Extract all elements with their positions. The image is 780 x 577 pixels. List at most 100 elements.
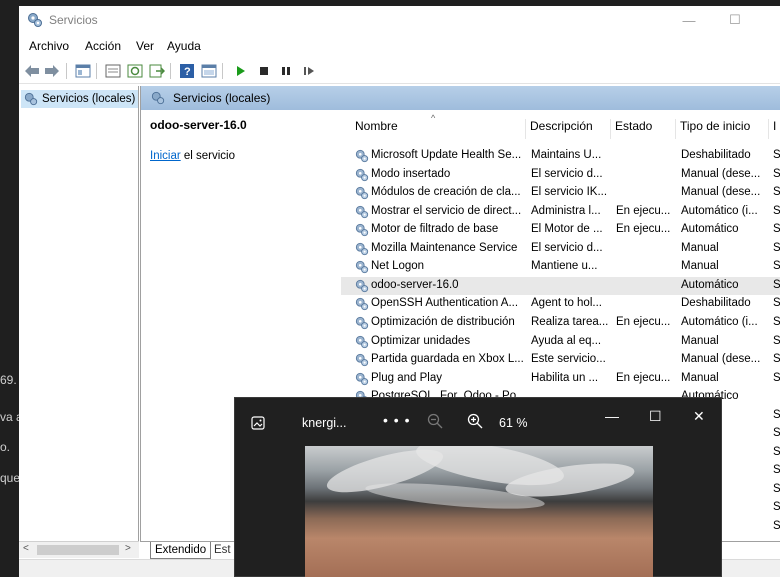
service-row[interactable]: Partida guardada en Xbox L... Este servic… bbox=[341, 351, 780, 370]
service-startup-type: Manual bbox=[681, 334, 719, 347]
service-startup-type: Manual (dese... bbox=[681, 353, 761, 366]
service-logon: S bbox=[773, 297, 780, 310]
help-icon[interactable]: ? bbox=[178, 62, 196, 80]
toolbar: ? bbox=[19, 58, 780, 84]
tree-item-label: Servicios (locales) bbox=[42, 93, 136, 105]
services-gear-icon bbox=[24, 92, 38, 106]
services-gear-icon bbox=[28, 13, 42, 27]
service-gear-icon bbox=[355, 279, 369, 293]
forward-icon[interactable] bbox=[43, 62, 61, 80]
more-options-button[interactable]: • • • bbox=[383, 412, 410, 428]
column-header-logon[interactable]: I bbox=[769, 119, 780, 139]
services-gear-icon bbox=[151, 91, 165, 105]
service-gear-icon bbox=[355, 168, 369, 182]
service-gear-icon bbox=[355, 353, 369, 367]
column-header-startup-type[interactable]: Tipo de inicio bbox=[676, 119, 769, 139]
service-row[interactable]: Microsoft Update Health Se... Maintains U… bbox=[341, 147, 780, 166]
back-icon[interactable] bbox=[23, 62, 41, 80]
column-header-description[interactable]: Descripción bbox=[526, 119, 611, 139]
service-row[interactable]: OpenSSH Authentication A... Agent to hol.… bbox=[341, 295, 780, 314]
menu-archivo[interactable]: Archivo bbox=[29, 39, 69, 53]
tab-estandar[interactable]: Est bbox=[210, 542, 235, 559]
service-name: OpenSSH Authentication A... bbox=[371, 297, 519, 310]
zoom-level: 61 % bbox=[499, 416, 528, 430]
menu-ayuda[interactable]: Ayuda bbox=[167, 39, 201, 53]
resume-icon[interactable] bbox=[300, 62, 318, 80]
start-icon[interactable] bbox=[232, 62, 250, 80]
scroll-left-icon[interactable]: < bbox=[23, 543, 29, 554]
service-startup-type: Manual bbox=[681, 241, 719, 254]
service-row[interactable]: Motor de filtrado de base El Motor de ...… bbox=[341, 221, 780, 240]
service-logon: S bbox=[773, 260, 780, 273]
service-action-text: el servicio bbox=[180, 150, 236, 162]
zoom-in-icon[interactable] bbox=[467, 413, 483, 429]
export-icon[interactable] bbox=[148, 62, 166, 80]
photos-minimize-button[interactable]: — bbox=[605, 408, 619, 424]
pause-icon[interactable] bbox=[277, 62, 295, 80]
service-row[interactable]: Optimización de distribución Realiza tare… bbox=[341, 314, 780, 333]
service-name: Optimización de distribución bbox=[371, 315, 515, 328]
service-logon: S bbox=[773, 445, 780, 458]
window-title: Servicios bbox=[49, 13, 98, 27]
service-logon: S bbox=[773, 482, 780, 495]
service-logon: S bbox=[773, 371, 780, 384]
properties-icon[interactable] bbox=[104, 62, 122, 80]
service-logon: S bbox=[773, 353, 780, 366]
scroll-right-icon[interactable]: > bbox=[125, 543, 131, 554]
service-logon: S bbox=[773, 204, 780, 217]
photos-maximize-button[interactable]: ☐ bbox=[649, 408, 662, 425]
service-name: Módulos de creación de cla... bbox=[371, 186, 521, 199]
service-state: En ejecu... bbox=[616, 204, 671, 217]
service-startup-type: Manual (dese... bbox=[681, 167, 761, 180]
service-row[interactable]: Net Logon Mantiene u... Manual S bbox=[341, 258, 780, 277]
service-row[interactable]: Módulos de creación de cla... El servicio… bbox=[341, 184, 780, 203]
background-text: 69. bbox=[0, 373, 17, 387]
service-name: Net Logon bbox=[371, 260, 425, 273]
console-tree: Servicios (locales) bbox=[19, 86, 139, 541]
service-row[interactable]: Mozilla Maintenance Service El servicio d… bbox=[341, 240, 780, 259]
service-startup-type: Manual bbox=[681, 371, 719, 384]
start-service-link[interactable]: Iniciar bbox=[150, 150, 181, 162]
console-icon[interactable] bbox=[200, 62, 218, 80]
stop-icon[interactable] bbox=[255, 62, 273, 80]
service-row[interactable]: Mostrar el servicio de direct... Administ… bbox=[341, 203, 780, 222]
column-header-name[interactable]: ^ Nombre bbox=[351, 113, 526, 139]
service-logon: S bbox=[773, 427, 780, 440]
refresh-icon[interactable] bbox=[126, 62, 144, 80]
service-gear-icon bbox=[355, 316, 369, 330]
photos-close-button[interactable]: ✕ bbox=[693, 408, 705, 425]
tab-extendido[interactable]: Extendido bbox=[150, 542, 212, 559]
service-startup-type: Deshabilitado bbox=[681, 297, 751, 310]
service-description: Ayuda al eq... bbox=[531, 334, 602, 347]
tree-item-services-local[interactable]: Servicios (locales) bbox=[21, 90, 138, 108]
scroll-thumb[interactable] bbox=[37, 545, 119, 555]
service-gear-icon bbox=[355, 205, 369, 219]
service-gear-icon bbox=[355, 186, 369, 200]
service-logon: S bbox=[773, 241, 780, 254]
selected-service-name: odoo-server-16.0 bbox=[150, 118, 247, 132]
service-row[interactable]: Optimizar unidades Ayuda al eq... Manual S bbox=[341, 333, 780, 352]
horizontal-scrollbar[interactable]: < > bbox=[19, 541, 139, 558]
service-logon: S bbox=[773, 464, 780, 477]
sort-up-icon: ^ bbox=[431, 113, 436, 123]
maximize-button[interactable]: ☐ bbox=[712, 6, 758, 34]
service-row[interactable]: Modo insertado El servicio d... Manual (de… bbox=[341, 166, 780, 185]
service-logon: S bbox=[773, 520, 780, 532]
service-row[interactable]: Plug and Play Habilita un ... En ejecu... M… bbox=[341, 370, 780, 389]
menu-accion[interactable]: Acción bbox=[85, 39, 121, 53]
service-name: Modo insertado bbox=[371, 167, 451, 180]
service-startup-type: Deshabilitado bbox=[681, 149, 751, 161]
service-startup-type: Automático (i... bbox=[681, 204, 758, 217]
service-description: El servicio IK... bbox=[531, 186, 608, 199]
service-logon: S bbox=[773, 315, 780, 328]
show-tree-icon[interactable] bbox=[74, 62, 92, 80]
menu-ver[interactable]: Ver bbox=[136, 39, 154, 53]
service-startup-type: Automático bbox=[681, 223, 739, 236]
service-row[interactable]: odoo-server-16.0 Automático S bbox=[341, 276, 780, 296]
zoom-out-icon[interactable] bbox=[427, 413, 443, 429]
minimize-button[interactable]: — bbox=[666, 6, 712, 34]
service-logon: S bbox=[773, 334, 780, 347]
service-description: Este servicio... bbox=[531, 353, 606, 366]
service-state: En ejecu... bbox=[616, 315, 671, 328]
column-header-state[interactable]: Estado bbox=[611, 119, 676, 139]
